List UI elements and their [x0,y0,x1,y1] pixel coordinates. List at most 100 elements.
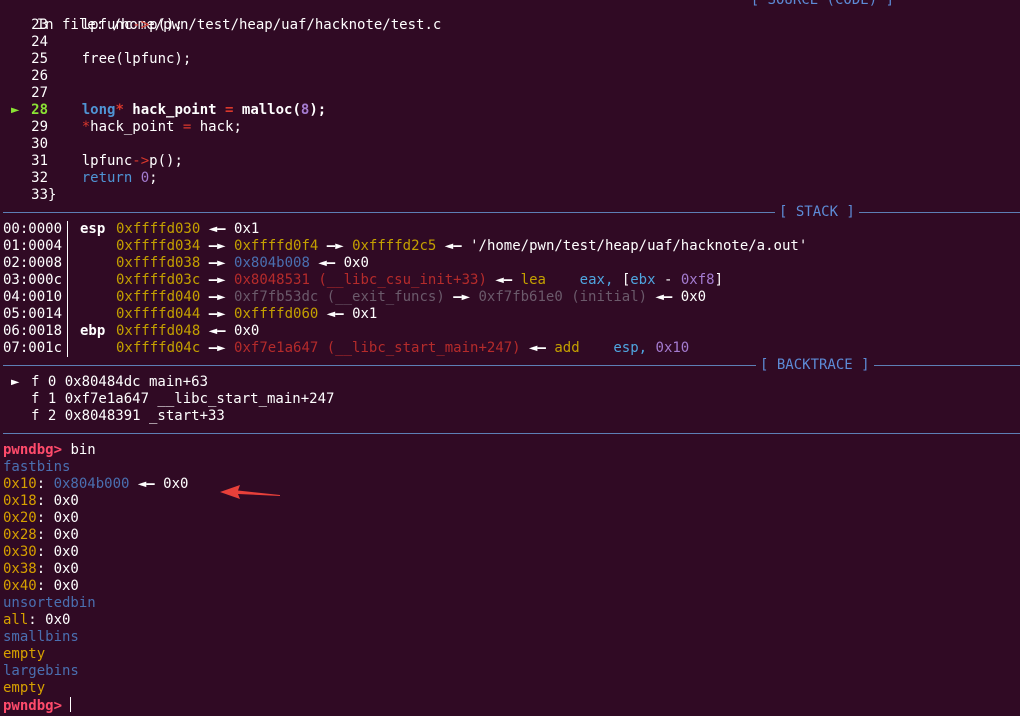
source-line: 25 free(lpfunc); free(lpfunc); [3,51,1020,68]
fastbins-label: fastbins [3,459,71,475]
backtrace-frame[interactable]: f 1 0xf7e1a647 __libc_start_main+247 [3,391,1020,408]
shell-output: pwndbg> bin fastbins 0x10: 0x804b000 ◄— … [3,442,1020,714]
frame-marker-icon: ► [11,374,20,390]
stack-value: 0x1 [234,221,260,237]
backtrace-title: [ BACKTRACE ] [756,357,874,374]
stack-value: ebx [630,272,656,288]
stack-row: 06:0018 ebp 0xffffd048 ◄— 0x0 [3,323,260,340]
final-prompt: pwndbg> [3,698,63,714]
prompt: pwndbg> [3,442,63,458]
source-line: 23 lpfunc->p(); lpfunc->p(); [3,17,1020,34]
stack-separator [67,238,68,255]
unsorted-all-key: all [3,612,29,628]
stack-address: 0xffffd034 [116,238,201,254]
source-line: 24 [3,34,1020,51]
stack-value: 0x1 [352,306,378,322]
largebins-label: largebins [3,663,79,679]
stack-offset: 01:0004 [3,238,63,254]
source-line: 27 [3,85,1020,102]
source-line: 26 [3,68,1020,85]
stack-value: eax, [ [579,272,631,288]
source-code-highlight: lpfunc->p(); [48,153,183,169]
stack-value: 0xf7e1a647 (__libc_start_main+247) [234,340,521,356]
stack-value: 0xf8 [680,272,715,288]
line-number: 27 [31,85,48,101]
input-line[interactable]: pwndbg> [3,697,1020,714]
source-code-highlight: lpfunc->p(); [48,17,183,33]
end-divider [3,425,1020,442]
stack-row: 03:000c 0xffffd03c —► 0x8048531 (__libc_c… [3,272,723,289]
stack-row: 04:0010 0xffffd040 —► 0xf7fb53dc (__exit_… [3,289,707,306]
fastbin-value: 0x0 [53,561,79,577]
fastbin-size: 0x10 [3,476,37,492]
fastbin-size: 0x40 [3,578,37,594]
fastbin-row: 0x38: 0x0 [3,561,79,577]
stack-address: 0xffffd03c [116,272,201,288]
stack-row: 00:0000 esp 0xffffd030 ◄— 0x1 [3,221,260,238]
backtrace-panel: ► f 0 0x80484dc main+63 f 1 0xf7e1a647 __l… [3,374,1020,425]
command-line: pwndbg> bin [3,442,1020,459]
terminal[interactable]: In file: /home/pwn/test/heap/uaf/hacknot… [3,0,1020,714]
stack-offset: 05:0014 [3,306,63,322]
text-cursor[interactable] [70,697,72,712]
fastbins-list: 0x10: 0x804b000 ◄— 0x0 0x18: 0x0 0x20: 0x0… [3,476,1020,595]
stack-separator [67,255,68,272]
fastbin-value: 0x0 [53,527,79,543]
line-number: 26 [31,68,48,84]
stack-separator [67,306,68,323]
backtrace-frame[interactable]: ► f 0 0x80484dc main+63 [3,374,1020,391]
stack-row: 05:0014 0xffffd044 —► 0xffffd060 ◄— 0x1 [3,306,378,323]
stack-register: ebp [80,323,106,339]
fastbin-size: 0x28 [3,527,37,543]
source-code-highlight: *hack_point = hack; [81,119,242,135]
frame-text: f 1 0xf7e1a647 __libc_start_main+247 [31,391,335,407]
source-line: 33}} [3,187,1020,204]
source-title: [ SOURCE (CODE) ] [750,0,894,8]
stack-register: esp [80,221,106,237]
stack-address: 0xffffd038 [116,255,201,271]
stack-value: 0xf7fb61e0 (initial) [478,289,648,305]
stack-offset: 04:0010 [3,289,63,305]
annotation-arrow-icon [220,485,280,499]
stack-row: 02:0008 0xffffd038 —► 0x804b008 ◄— 0x0 [3,255,369,272]
fastbin-size: 0x18 [3,493,37,509]
line-number: 29 [31,119,48,135]
largebins-value: empty [3,680,46,696]
source-panel: 23 lpfunc->p(); lpfunc->p();2425 free(lp… [3,17,1020,204]
stack-divider: [ STACK ] [3,204,1020,221]
current-line-marker-icon: ► [11,102,20,118]
fastbin-row: 0x20: 0x0 [3,510,79,526]
stack-value: 0x8048531 (__libc_csu_init+33) [234,272,487,288]
stack-value: - [655,272,681,288]
stack-separator [67,323,68,340]
fastbin-size: 0x30 [3,544,37,560]
frame-text: f 2 0x8048391 _start+33 [31,408,225,424]
fastbin-value: 0x0 [53,510,79,526]
stack-separator [67,340,68,357]
unsortedbin-label: unsortedbin [3,595,96,611]
stack-row: 07:001c 0xffffd04c —► 0xf7e1a647 (__libc_… [3,340,690,357]
stack-address: 0xffffd044 [116,306,201,322]
stack-value: 0xffffd2c5 [352,238,437,254]
fastbin-value: 0x804b000 [53,476,130,492]
stack-value: 0xffffd0f4 [234,238,319,254]
line-number: 23 [31,17,48,33]
source-line: 28► long* hack_point = malloc(8); long* … [3,102,1020,119]
source-line: 32 return 0; return 0; [3,170,1020,187]
stack-value: 0xf7fb53dc (__exit_funcs) [234,289,445,305]
unsorted-all-row: all: 0x0 [3,612,71,628]
fastbin-row: 0x30: 0x0 [3,544,79,560]
unsorted-all-value: 0x0 [45,612,71,628]
backtrace-frame[interactable]: f 2 0x8048391 _start+33 [3,408,1020,425]
stack-separator [67,221,68,238]
stack-offset: 07:001c [3,340,63,356]
fastbin-row: 0x28: 0x0 [3,527,79,543]
fastbin-size: 0x38 [3,561,37,577]
stack-value: 0x10 [655,340,690,356]
fastbin-row: 0x10: 0x804b000 ◄— 0x0 [3,476,189,492]
source-code-highlight: long* hack_point = malloc(8); [81,102,327,118]
stack-address: 0xffffd048 [116,323,201,339]
source-code-highlight: free(lpfunc); [48,51,192,67]
stack-value: '/home/pwn/test/heap/uaf/hacknote/a.out' [470,238,808,254]
line-number: 32 [31,170,48,186]
